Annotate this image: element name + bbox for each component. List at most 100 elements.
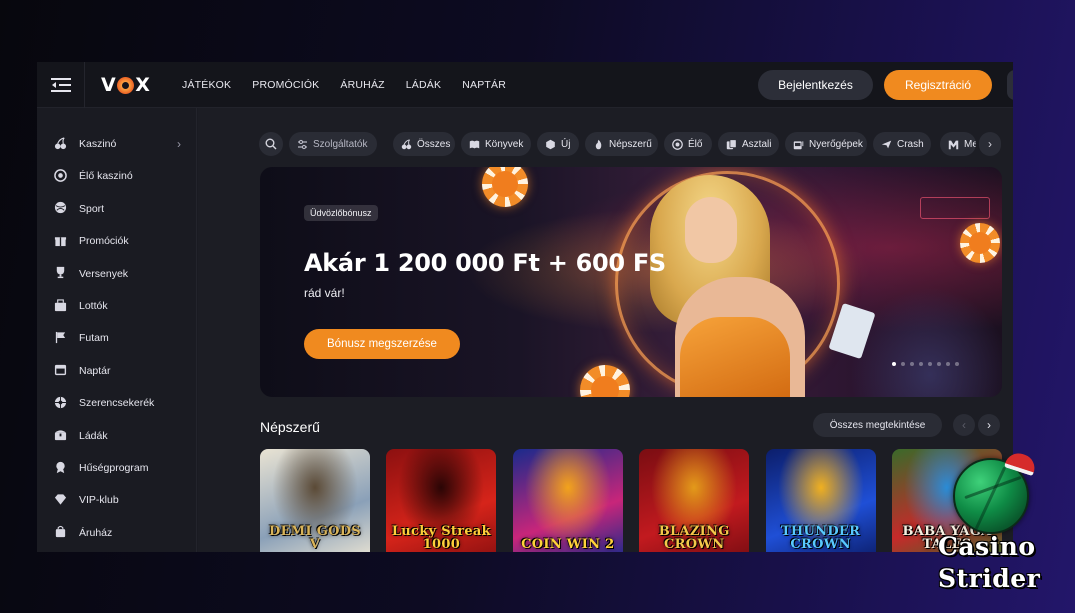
carousel-dot[interactable] [928,362,932,366]
header-extra-button[interactable] [1007,70,1013,100]
sidebar-item-label: Áruház [79,526,113,539]
carousel-dot[interactable] [937,362,941,366]
category-pill-8[interactable]: Megaways [940,132,976,156]
nav-calendar[interactable]: NAPTÁR [462,79,506,91]
get-bonus-button[interactable]: Bónusz megszerzése [304,329,460,359]
sidebar-item-4[interactable]: Versenyek [37,262,197,286]
category-pill-6[interactable]: Nyerőgépek [785,132,867,156]
banner-hostess-corset [680,317,790,397]
ball-icon [53,201,67,215]
sidebar-item-11[interactable]: VIP-klub [37,488,197,512]
banner-hostess-face [685,197,737,263]
watermark-line2: Strider [938,564,1041,593]
sidebar-item-5[interactable]: Lottók [37,294,197,318]
carousel-dots [892,362,959,366]
carousel-dot[interactable] [919,362,923,366]
loyalty-badge-icon [53,460,67,474]
game-title: COIN WIN 2 [521,537,615,552]
carousel-dot[interactable] [955,362,959,366]
search-icon [265,138,277,150]
sidebar-item-label: Élő kaszinó [79,170,133,183]
cherries-icon [401,138,412,150]
lottery-icon [53,298,67,312]
shopping-bag-icon [53,525,67,539]
sidebar-item-12[interactable]: Áruház [37,521,197,545]
sidebar-item-7[interactable]: Naptár [37,359,197,383]
nav-chests[interactable]: LÁDÁK [406,79,441,91]
app-window: VX JÁTÉKOK PROMÓCIÓK ÁRUHÁZ LÁDÁK NAPTÁR… [37,62,1013,552]
sidebar-item-3[interactable]: Promóciók [37,229,197,253]
banner-chip-icon [580,365,630,397]
plane-icon [881,139,892,150]
category-label: Megaways [964,138,976,150]
nav-promotions[interactable]: PROMÓCIÓK [252,79,319,91]
slot-machine-icon [793,139,804,150]
diamond-icon [53,492,67,506]
category-label: Crash [897,138,924,150]
carousel-dot[interactable] [901,362,905,366]
login-button[interactable]: Bejelentkezés [758,70,873,100]
promo-banner[interactable]: Üdvözlőbónusz Akár 1 200 000 Ft + 600 FS… [260,167,1002,397]
sidebar-toggle-icon[interactable] [51,76,71,94]
nav-store[interactable]: ÁRUHÁZ [340,79,384,91]
carousel-dot[interactable] [946,362,950,366]
banner-headline: Akár 1 200 000 Ft + 600 FS [304,249,666,277]
game-tile[interactable]: Lucky Streak 1000 [386,449,497,552]
sidebar-item-8[interactable]: Szerencsekerék [37,391,197,415]
banner-chip-icon [482,167,528,207]
register-button[interactable]: Regisztráció [884,70,992,100]
sidebar-item-0[interactable]: Kaszinó › [37,132,197,156]
popular-title: Népszerű [260,419,320,435]
sidebar-item-2[interactable]: Sport [37,197,197,221]
calendar-icon [53,363,67,377]
category-label: Nyerőgépek [809,138,863,150]
sidebar-item-label: Naptár [79,364,111,377]
category-label: Asztali [742,138,772,150]
sidebar-item-label: Lottók [79,300,108,312]
flag-icon [53,330,67,344]
nav-games[interactable]: JÁTÉKOK [182,79,231,91]
categories-next-button[interactable]: › [979,132,1001,156]
see-all-button[interactable]: Összes megtekintése [813,413,942,437]
wheel-icon [53,395,67,409]
sidebar-item-label: Kaszinó [79,138,117,150]
cherries-icon [53,136,67,150]
popular-next-button[interactable]: › [978,414,1000,436]
cube-icon [545,139,556,150]
sidebar-item-9[interactable]: Ládák [37,424,197,448]
sidebar-item-label: Promóciók [79,235,129,248]
category-label: Könyvek [485,138,524,150]
sidebar-item-6[interactable]: Futam [37,326,197,350]
category-label: Összes [417,138,451,150]
category-pill-2[interactable]: Új [537,132,579,156]
category-pill-0[interactable]: Összes [393,132,455,156]
top-header: VX JÁTÉKOK PROMÓCIÓK ÁRUHÁZ LÁDÁK NAPTÁR… [37,62,1013,108]
cards-icon [726,138,737,150]
carousel-dot[interactable] [910,362,914,366]
chip-icon [53,168,67,182]
game-tile[interactable]: THUNDER CROWN [765,449,876,552]
game-tile[interactable]: DEMI GODS V [260,449,370,552]
category-pill-5[interactable]: Asztali [718,132,779,156]
trophy-icon [53,266,67,280]
chevron-right-icon: › [987,418,991,432]
providers-filter[interactable]: Szolgáltatók [289,132,377,156]
popular-prev-button[interactable]: ‹ [953,414,975,436]
category-pill-3[interactable]: Népszerű [585,132,658,156]
carousel-dot[interactable] [892,362,896,366]
game-title: Lucky Streak 1000 [391,524,491,552]
sidebar-item-label: Szerencsekerék [79,397,155,410]
flame-icon [593,139,604,150]
game-tile[interactable]: COIN WIN 2 [512,449,623,552]
sidebar-item-10[interactable]: Hűségprogram [37,456,197,480]
vox-logo[interactable]: VX [101,74,150,96]
game-title: BLAZING CROWN [658,524,730,552]
category-pill-7[interactable]: Crash [873,132,931,156]
game-tile[interactable]: BLAZING CROWN [639,449,750,552]
category-pill-4[interactable]: Élő [664,132,712,156]
m-icon [948,139,959,150]
category-pill-1[interactable]: Könyvek [461,132,531,156]
sidebar-item-1[interactable]: Élő kaszinó [37,164,197,188]
welcome-bonus-badge: Üdvözlőbónusz [304,205,378,221]
search-button[interactable] [259,132,283,156]
